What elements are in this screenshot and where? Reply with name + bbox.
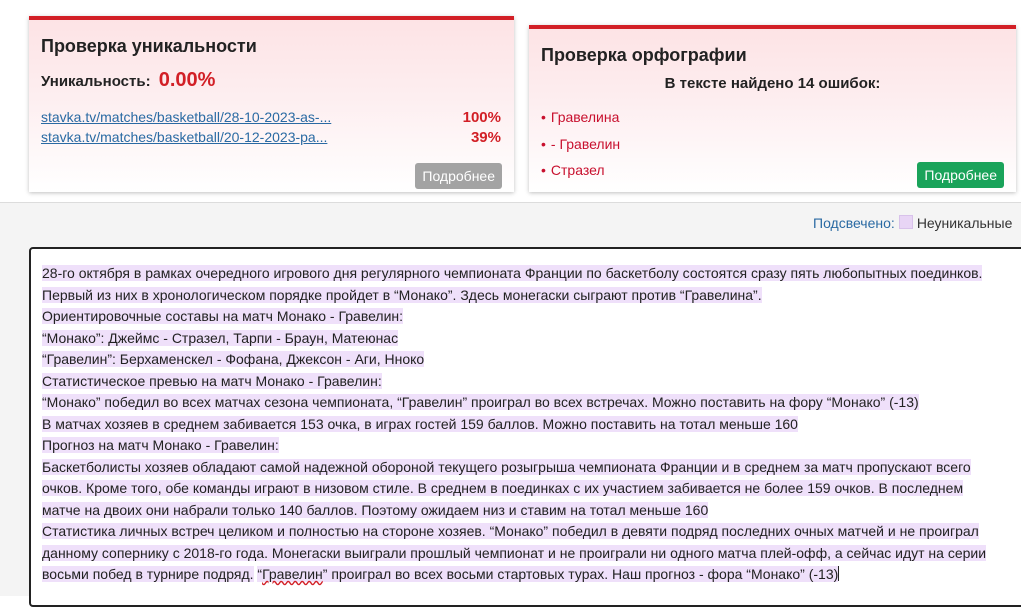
- text-line: В матчах хозяев в среднем забивается 153…: [42, 415, 798, 432]
- text-line: Статистическое превью на матч Монако - Г…: [42, 372, 382, 389]
- bullet-icon: •: [541, 162, 546, 178]
- uniqueness-line: Уникальность: 0.00%: [41, 69, 215, 92]
- spelling-card: Проверка орфографии В тексте найдено 14 …: [529, 25, 1016, 192]
- uniqueness-title: Проверка уникальности: [41, 36, 257, 56]
- error-item[interactable]: • - Гравелин: [541, 136, 620, 152]
- text-line: Статистика личных встреч целиком и полно…: [42, 523, 979, 539]
- spelling-details-button[interactable]: Подробнее: [917, 162, 1004, 188]
- uniqueness-label: Уникальность:: [41, 73, 151, 90]
- highlight-legend: Подсвечено: Неуникальные: [813, 215, 1012, 231]
- bullet-icon: •: [541, 109, 546, 125]
- text-cursor: [838, 566, 840, 581]
- spelling-title: Проверка орфографии: [541, 45, 747, 65]
- error-item[interactable]: • Гравелина: [541, 109, 619, 125]
- text-editor[interactable]: 28-го октября в рамках очередного игрово…: [29, 247, 1021, 607]
- text-line: матче на двоих они набрали только 140 ба…: [42, 501, 709, 518]
- uniqueness-value: 0.00%: [158, 69, 216, 91]
- text-line: “Монако”: Джеймс - Стразел, Тарпи - Брау…: [42, 329, 399, 346]
- source-row: stavka.tv/matches/basketball/20-12-2023-…: [41, 129, 501, 149]
- text-line: Ориентировочные составы на матч Монако -…: [42, 308, 404, 324]
- bullet-icon: •: [541, 136, 546, 152]
- legend-item: Неуникальные: [916, 215, 1013, 231]
- error-word: Гравелина: [550, 109, 620, 125]
- source-link[interactable]: stavka.tv/matches/basketball/20-12-2023-…: [41, 129, 327, 145]
- source-percent: 100%: [462, 109, 501, 126]
- error-word: - Гравелин: [550, 136, 621, 152]
- text-fragment: ” проиграл во всех восьми стартовых тура…: [322, 566, 839, 582]
- uniqueness-card: Проверка уникальности Уникальность: 0.00…: [29, 16, 514, 192]
- legend-label: Подсвечено:: [813, 215, 895, 231]
- legend-swatch: [898, 215, 913, 229]
- source-link[interactable]: stavka.tv/matches/basketball/28-10-2023-…: [41, 109, 331, 125]
- text-line: Прогноз на матч Монако - Гравелин:: [42, 437, 279, 453]
- uniqueness-details-button[interactable]: Подробнее: [415, 163, 502, 189]
- source-row: stavka.tv/matches/basketball/28-10-2023-…: [41, 109, 501, 129]
- text-line: Первый из них в хронологическом порядке …: [42, 286, 762, 303]
- text-line: Баскетболисты хозяев обладают самой наде…: [42, 458, 971, 475]
- text-line-last: восьми побед в турнире подряд. “Гравелин…: [42, 564, 1021, 586]
- error-word: Стразел: [550, 162, 605, 178]
- source-percent: 39%: [470, 129, 501, 146]
- text-line: “Монако” победил во всех матчах сезона ч…: [42, 394, 919, 410]
- text-line: 28-го октября в рамках очередного игрово…: [42, 265, 983, 281]
- text-line: очков. Кроме того, обе команды играют в …: [42, 480, 964, 496]
- text-line: “Гравелин”: Берхаменскел - Фофана, Джекс…: [42, 351, 425, 367]
- misspelled-word[interactable]: Гравелин: [262, 566, 323, 582]
- editor-panel: Подсвечено: Неуникальные 28-го октября в …: [0, 202, 1021, 607]
- errors-found-text: В тексте найдено 14 ошибок:: [664, 75, 881, 92]
- text-line: восьми побед в турнире подряд.: [42, 566, 254, 582]
- text-line: данному сопернику с 2018-го года. Монега…: [42, 544, 987, 561]
- error-item[interactable]: • Стразел: [541, 162, 605, 178]
